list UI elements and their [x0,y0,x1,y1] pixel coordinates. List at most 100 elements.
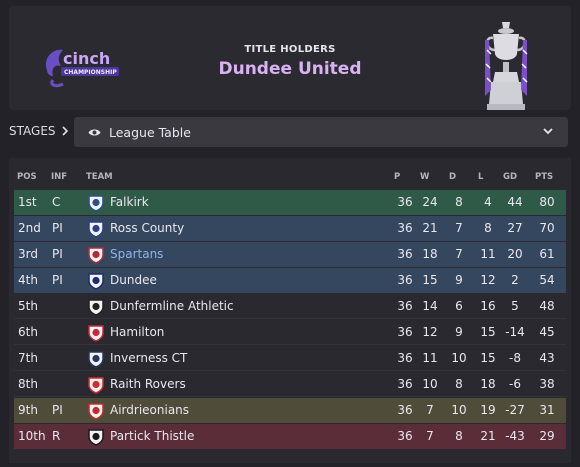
w-cell: 18 [422,247,438,261]
w-cell: 15 [422,273,438,287]
gd-cell: 44 [507,195,523,209]
w-cell: 7 [426,429,434,443]
pts-cell: 43 [539,351,555,365]
p-cell: 36 [397,221,413,235]
table-row[interactable]: 7th Inverness CT 36 11 10 15 -8 43 [14,346,566,371]
d-cell: 7 [455,247,463,261]
position-cell: 8th [18,377,38,391]
table-row[interactable]: 10th R Partick Thistle 36 7 8 21 -43 29 [14,424,566,449]
team-crest-icon [88,403,104,420]
pts-cell: 48 [539,299,555,313]
stages-label: STAGES [9,124,69,138]
p-cell: 36 [397,377,413,391]
gd-cell: 2 [511,273,519,287]
table-row[interactable]: 5th Dunfermline Athletic 36 14 6 16 5 48 [14,294,566,319]
table-row[interactable]: 1st C Falkirk 36 24 8 4 44 80 [14,190,566,215]
league-table: POS INF TEAM P W D L GD PTS 1st C Falkirk 3… [9,158,571,463]
position-cell: 7th [18,351,38,365]
w-cell: 21 [422,221,438,235]
d-cell: 8 [455,377,463,391]
team-crest-icon [88,299,104,316]
gd-cell: -14 [505,325,525,339]
team-name-link[interactable]: Falkirk [110,195,149,209]
info-cell: C [52,195,61,209]
team-name-link[interactable]: Dundee [110,273,157,287]
l-cell: 21 [480,429,496,443]
position-cell: 4th [18,273,38,287]
col-d[interactable]: D [449,172,456,182]
team-crest-icon [88,429,104,446]
team-name-link[interactable]: Airdrieonians [110,403,189,417]
col-inf[interactable]: INF [51,172,67,182]
pts-cell: 45 [539,325,555,339]
team-name-link[interactable]: Dunfermline Athletic [110,299,234,313]
l-cell: 16 [480,299,496,313]
stage-dropdown[interactable]: League Table [74,117,568,147]
position-cell: 3rd [18,247,38,261]
trophy-icon [485,22,528,110]
w-cell: 24 [422,195,438,209]
pts-cell: 70 [539,221,555,235]
p-cell: 36 [397,351,413,365]
chevron-down-icon [543,128,553,135]
team-crest-icon [88,377,104,394]
l-cell: 15 [480,351,496,365]
table-row[interactable]: 2nd PI Ross County 36 21 7 8 27 70 [14,216,566,241]
l-cell: 8 [484,221,492,235]
col-pts[interactable]: PTS [535,172,553,182]
w-cell: 12 [422,325,438,339]
position-cell: 6th [18,325,38,339]
p-cell: 36 [397,429,413,443]
d-cell: 10 [451,403,467,417]
table-row[interactable]: 4th PI Dundee 36 15 9 12 2 54 [14,268,566,293]
pts-cell: 61 [539,247,555,261]
table-row[interactable]: 6th Hamilton 36 12 9 15 -14 45 [14,320,566,345]
team-name-link[interactable]: Raith Rovers [110,377,186,391]
team-crest-icon [88,325,104,342]
w-cell: 14 [422,299,438,313]
eye-icon [88,129,101,135]
team-name-link[interactable]: Ross County [110,221,184,235]
position-cell: 1st [18,195,37,209]
pts-cell: 29 [539,429,555,443]
position-cell: 2nd [18,221,41,235]
position-cell: 5th [18,299,38,313]
table-header: POS INF TEAM P W D L GD PTS [9,166,571,186]
team-name-link[interactable]: Inverness CT [110,351,187,365]
team-crest-icon [88,221,104,238]
col-l[interactable]: L [478,172,483,182]
team-name-link[interactable]: Hamilton [110,325,164,339]
gd-cell: 5 [511,299,519,313]
team-name-link[interactable]: Spartans [110,247,163,261]
chevron-right-icon [61,126,68,136]
p-cell: 36 [397,325,413,339]
team-name-link[interactable]: Partick Thistle [110,429,194,443]
pts-cell: 38 [539,377,555,391]
l-cell: 4 [484,195,492,209]
info-cell: PI [52,247,63,261]
position-cell: 10th [18,429,46,443]
l-cell: 12 [480,273,496,287]
position-cell: 9th [18,403,38,417]
l-cell: 15 [480,325,496,339]
d-cell: 8 [455,195,463,209]
l-cell: 11 [480,247,496,261]
d-cell: 6 [455,299,463,313]
p-cell: 36 [397,299,413,313]
col-pos[interactable]: POS [17,172,37,182]
stage-dropdown-value: League Table [109,124,191,140]
col-p[interactable]: P [394,172,400,182]
p-cell: 36 [397,273,413,287]
table-row[interactable]: 3rd PI Spartans 36 18 7 11 20 61 [14,242,566,267]
p-cell: 36 [397,247,413,261]
pts-cell: 54 [539,273,555,287]
table-row[interactable]: 9th PI Airdrieonians 36 7 10 19 -27 31 [14,398,566,423]
col-w[interactable]: W [420,172,429,182]
info-cell: PI [52,403,63,417]
col-gd[interactable]: GD [503,172,517,182]
gd-cell: 27 [507,221,523,235]
team-crest-icon [88,273,104,290]
d-cell: 10 [451,351,467,365]
col-team[interactable]: TEAM [86,172,113,182]
table-row[interactable]: 8th Raith Rovers 36 10 8 18 -6 38 [14,372,566,397]
